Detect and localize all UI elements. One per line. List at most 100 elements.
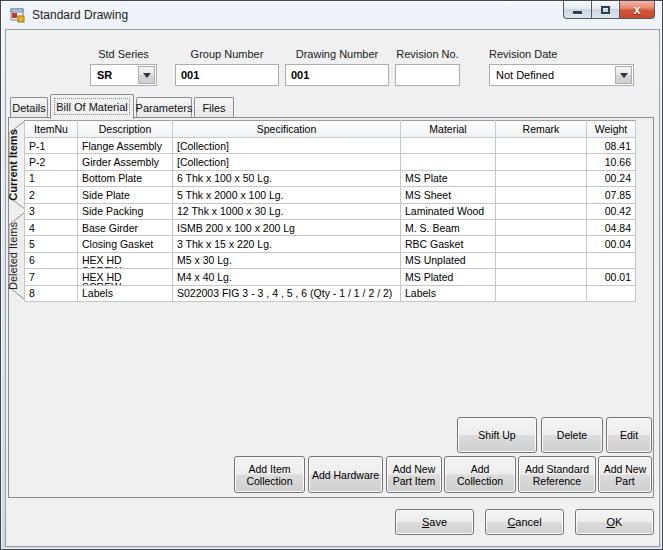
grid-cell-wt[interactable]: 10.66: [587, 154, 636, 170]
grid-cell-mat[interactable]: [401, 154, 496, 170]
grid-cell-item[interactable]: 7: [25, 269, 78, 285]
grid-cell-mat[interactable]: Labels: [401, 285, 496, 301]
grid-cell-desc[interactable]: Closing Gasket: [78, 236, 173, 252]
grid-cell-item[interactable]: 5: [25, 236, 78, 252]
grid-cell-rem[interactable]: [496, 252, 587, 268]
revision-no-input[interactable]: [395, 64, 460, 86]
table-row[interactable]: 7HEX HDSCREWM4 x 40 Lg.MS Plated 00.01: [25, 269, 636, 285]
add-collection-button[interactable]: Add Collection: [444, 456, 516, 493]
grid-cell-spec[interactable]: M5 x 30 Lg.: [173, 252, 401, 268]
grid-cell-wt[interactable]: 00.01: [587, 269, 636, 285]
group-number-input[interactable]: 001: [175, 64, 279, 86]
grid-cell-spec[interactable]: 12 Thk x 1000 x 30 Lg.: [173, 203, 401, 219]
grid-cell-mat[interactable]: [401, 138, 496, 154]
grid-cell-wt[interactable]: [587, 285, 636, 301]
grid-cell-rem[interactable]: [496, 187, 587, 203]
table-row[interactable]: 1Bottom Plate6 Thk x 100 x 50 Lg.MS Plat…: [25, 170, 636, 186]
add-standard-reference-button[interactable]: Add Standard Reference: [518, 456, 596, 493]
chevron-down-icon[interactable]: [138, 66, 155, 84]
grid-cell-rem[interactable]: [496, 285, 587, 301]
grid-cell-desc[interactable]: Girder Assembly: [78, 154, 173, 170]
add-new-part-button[interactable]: Add New Part: [598, 456, 652, 493]
tab-files[interactable]: Files: [194, 97, 234, 118]
grid-cell-rem[interactable]: [496, 269, 587, 285]
table-row[interactable]: P-2Girder Assembly[Collection] 10.66: [25, 154, 636, 170]
grid-cell-spec[interactable]: 5 Thk x 2000 x 100 Lg.: [173, 187, 401, 203]
save-button[interactable]: Save: [395, 509, 474, 535]
grid-cell-spec[interactable]: ISMB 200 x 100 x 200 Lg: [173, 219, 401, 235]
grid-cell-wt[interactable]: 00.04: [587, 236, 636, 252]
grid-cell-desc[interactable]: Labels: [78, 285, 173, 301]
grid-cell-spec[interactable]: M4 x 40 Lg.: [173, 269, 401, 285]
add-hardware-button[interactable]: Add Hardware: [308, 456, 383, 493]
table-row[interactable]: 2Side Plate5 Thk x 2000 x 100 Lg.MS Shee…: [25, 187, 636, 203]
grid-cell-mat[interactable]: Laminated Wood: [401, 203, 496, 219]
column-header-desc[interactable]: Description: [78, 121, 173, 138]
drawing-number-input[interactable]: 001: [285, 64, 389, 86]
grid-cell-mat[interactable]: RBC Gasket: [401, 236, 496, 252]
add-item-collection-button[interactable]: Add Item Collection: [234, 456, 305, 493]
table-row[interactable]: 6HEX HDSCREWM5 x 30 Lg.MS Unplated: [25, 252, 636, 268]
column-header-mat[interactable]: Material: [401, 121, 496, 138]
tab-bill-of-material[interactable]: Bill Of Material: [50, 94, 134, 119]
grid-cell-wt[interactable]: [587, 252, 636, 268]
grid-cell-rem[interactable]: [496, 203, 587, 219]
grid-cell-rem[interactable]: [496, 170, 587, 186]
grid-cell-item[interactable]: 2: [25, 187, 78, 203]
grid-cell-desc[interactable]: Bottom Plate: [78, 170, 173, 186]
grid-cell-spec[interactable]: S022003 FIG 3 - 3 , 4 , 5 , 6 (Qty - 1 /…: [173, 285, 401, 301]
grid-cell-spec[interactable]: [Collection]: [173, 154, 401, 170]
grid-cell-desc[interactable]: Side Plate: [78, 187, 173, 203]
grid-cell-mat[interactable]: MS Sheet: [401, 187, 496, 203]
title-bar[interactable]: Standard Drawing x: [1, 1, 662, 29]
grid-cell-spec[interactable]: 3 Thk x 15 x 220 Lg.: [173, 236, 401, 252]
close-button[interactable]: x: [620, 1, 655, 19]
grid-cell-rem[interactable]: [496, 154, 587, 170]
grid-cell-wt[interactable]: 08.41: [587, 138, 636, 154]
table-row[interactable]: 5Closing Gasket3 Thk x 15 x 220 Lg.RBC G…: [25, 236, 636, 252]
table-row[interactable]: 8LabelsS022003 FIG 3 - 3 , 4 , 5 , 6 (Qt…: [25, 285, 636, 301]
grid-cell-mat[interactable]: MS Unplated: [401, 252, 496, 268]
edit-button[interactable]: Edit: [606, 417, 652, 453]
ok-button[interactable]: OK: [575, 509, 654, 535]
grid-cell-wt[interactable]: 00.24: [587, 170, 636, 186]
grid-cell-item[interactable]: P-1: [25, 138, 78, 154]
grid-cell-spec[interactable]: 6 Thk x 100 x 50 Lg.: [173, 170, 401, 186]
grid-cell-desc[interactable]: Base Girder: [78, 219, 173, 235]
tab-details[interactable]: Details: [10, 97, 48, 118]
table-row[interactable]: 3Side Packing12 Thk x 1000 x 30 Lg.Lamin…: [25, 203, 636, 219]
table-row[interactable]: 4Base GirderISMB 200 x 100 x 200 LgM. S.…: [25, 219, 636, 235]
grid-cell-desc[interactable]: HEX HDSCREW: [78, 269, 173, 285]
grid-cell-rem[interactable]: [496, 219, 587, 235]
grid-cell-item[interactable]: 3: [25, 203, 78, 219]
delete-button[interactable]: Delete: [541, 417, 603, 453]
grid-cell-item[interactable]: P-2: [25, 154, 78, 170]
grid-cell-item[interactable]: 1: [25, 170, 78, 186]
column-header-item[interactable]: ItemNu: [25, 121, 78, 138]
tab-parameters[interactable]: Parameters: [136, 97, 192, 118]
minimize-button[interactable]: [563, 1, 592, 19]
revision-date-combo[interactable]: Not Defined: [489, 64, 634, 86]
shift-up-button[interactable]: Shift Up: [457, 417, 537, 453]
maximize-button[interactable]: [592, 1, 620, 19]
chevron-down-icon[interactable]: [615, 66, 632, 84]
grid-cell-rem[interactable]: [496, 236, 587, 252]
column-header-wt[interactable]: Weight: [587, 121, 636, 138]
cancel-button[interactable]: Cancel: [485, 509, 564, 535]
grid-cell-wt[interactable]: 00.42: [587, 203, 636, 219]
grid-cell-mat[interactable]: MS Plate: [401, 170, 496, 186]
grid-cell-rem[interactable]: [496, 138, 587, 154]
std-series-combo[interactable]: SR: [90, 64, 157, 86]
grid-cell-mat[interactable]: M. S. Beam: [401, 219, 496, 235]
column-header-spec[interactable]: Specification: [173, 121, 401, 138]
grid-cell-spec[interactable]: [Collection]: [173, 138, 401, 154]
grid-cell-wt[interactable]: 04.84: [587, 219, 636, 235]
grid-cell-item[interactable]: 8: [25, 285, 78, 301]
grid-cell-mat[interactable]: MS Plated: [401, 269, 496, 285]
grid-cell-desc[interactable]: Side Packing: [78, 203, 173, 219]
grid-cell-wt[interactable]: 07.85: [587, 187, 636, 203]
add-new-part-item-button[interactable]: Add New Part Item: [386, 456, 442, 493]
column-header-rem[interactable]: Remark: [496, 121, 587, 138]
grid-cell-desc[interactable]: HEX HDSCREW: [78, 252, 173, 268]
table-row[interactable]: P-1Flange Assembly[Collection]08.41: [25, 138, 636, 154]
